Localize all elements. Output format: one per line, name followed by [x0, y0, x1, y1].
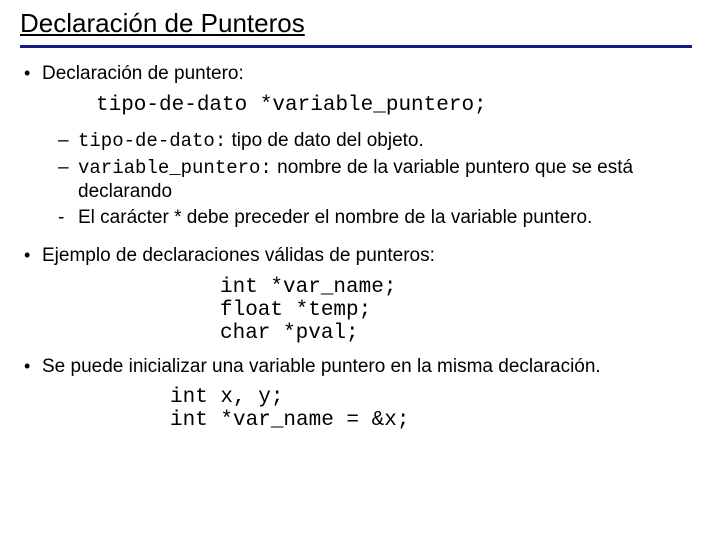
bullet-init: Se puede inicializar una variable punter…	[20, 355, 692, 379]
sub-item-tipo-text: tipo de dato del objeto.	[226, 130, 424, 151]
code-declaration-syntax: tipo-de-dato *variable_puntero;	[96, 94, 692, 117]
sub-item-variable: variable_puntero: nombre de la variable …	[78, 156, 692, 205]
code-example-declarations: int *var_name; float *temp; char *pval;	[220, 276, 692, 345]
sub-list: tipo-de-dato: tipo de dato del objeto. v…	[20, 129, 692, 230]
slide: Declaración de Punteros Declaración de p…	[0, 0, 720, 540]
bullet-declaration: Declaración de puntero:	[20, 62, 692, 86]
code-init-example: int x, y; int *var_name = &x;	[170, 386, 692, 432]
sub-item-asterisk: El carácter * debe preceder el nombre de…	[78, 206, 692, 230]
sub-item-variable-code: variable_puntero:	[78, 157, 272, 179]
bullet-examples: Ejemplo de declaraciones válidas de punt…	[20, 244, 692, 268]
title-underline	[20, 45, 692, 48]
sub-item-tipo-code: tipo-de-dato:	[78, 130, 226, 152]
slide-title: Declaración de Punteros	[20, 8, 692, 39]
sub-item-tipo: tipo-de-dato: tipo de dato del objeto.	[78, 129, 692, 154]
